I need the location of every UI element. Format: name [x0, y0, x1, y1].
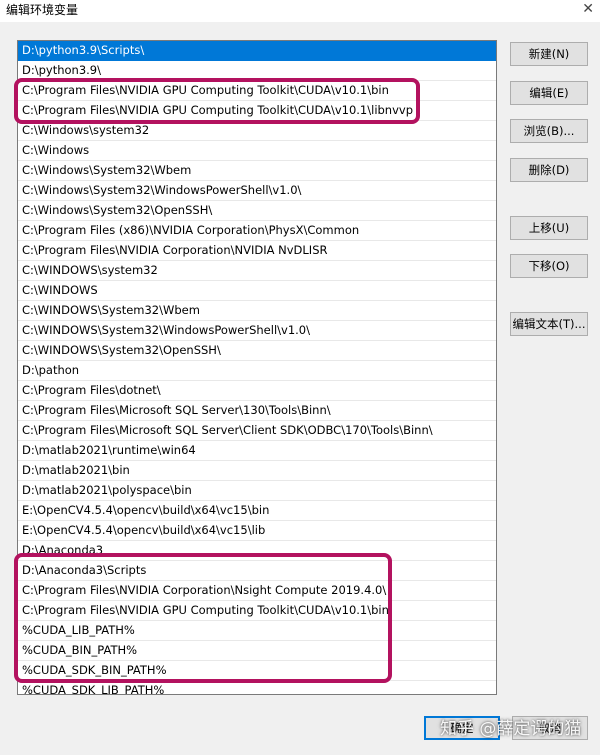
path-list-item[interactable]: %CUDA_BIN_PATH%	[18, 641, 496, 661]
path-list-item[interactable]: %CUDA_LIB_PATH%	[18, 621, 496, 641]
path-list-item[interactable]: C:\Program Files\NVIDIA GPU Computing To…	[18, 601, 496, 621]
path-list-item[interactable]: D:\Anaconda3	[18, 541, 496, 561]
path-list-item[interactable]: D:\pathon	[18, 361, 496, 381]
new-button[interactable]: 新建(N)	[510, 42, 588, 66]
title-bar: 编辑环境变量 ✕	[0, 0, 600, 22]
path-list-item[interactable]: C:\Program Files\NVIDIA Corporation\Nsig…	[18, 581, 496, 601]
move-down-button[interactable]: 下移(O)	[510, 254, 588, 278]
cancel-button[interactable]: 取消	[512, 716, 588, 740]
path-list-item[interactable]: C:\WINDOWS\System32\WindowsPowerShell\v1…	[18, 321, 496, 341]
path-list-item[interactable]: C:\Windows\system32	[18, 121, 496, 141]
path-list-item[interactable]: D:\matlab2021\bin	[18, 461, 496, 481]
path-list-item[interactable]: E:\OpenCV4.5.4\opencv\build\x64\vc15\bin	[18, 501, 496, 521]
path-list-item[interactable]: %CUDA_SDK_BIN_PATH%	[18, 661, 496, 681]
edit-button[interactable]: 编辑(E)	[510, 81, 588, 105]
path-list-item[interactable]: C:\Program Files\NVIDIA Corporation\NVID…	[18, 241, 496, 261]
window-title: 编辑环境变量	[6, 3, 79, 17]
path-list-item[interactable]: C:\Program Files (x86)\NVIDIA Corporatio…	[18, 221, 496, 241]
path-list-item[interactable]: C:\WINDOWS\System32\OpenSSH\	[18, 341, 496, 361]
path-list-item[interactable]: C:\Windows\System32\OpenSSH\	[18, 201, 496, 221]
path-list-item[interactable]: C:\WINDOWS\System32\Wbem	[18, 301, 496, 321]
ok-button[interactable]: 确定	[424, 716, 500, 740]
path-list-item[interactable]: C:\Windows	[18, 141, 496, 161]
path-list-item[interactable]: %CUDA_SDK_LIB_PATH%	[18, 681, 496, 694]
path-list-item[interactable]: D:\python3.9\	[18, 61, 496, 81]
close-icon[interactable]: ✕	[582, 2, 594, 16]
path-list-item[interactable]: C:\WINDOWS	[18, 281, 496, 301]
browse-button[interactable]: 浏览(B)...	[510, 119, 588, 143]
path-list-item[interactable]: C:\Program Files\dotnet\	[18, 381, 496, 401]
delete-button[interactable]: 删除(D)	[510, 158, 588, 182]
path-list-item[interactable]: D:\python3.9\Scripts\	[18, 41, 496, 61]
path-list-item[interactable]: D:\matlab2021\runtime\win64	[18, 441, 496, 461]
path-list-item[interactable]: C:\Program Files\Microsoft SQL Server\13…	[18, 401, 496, 421]
path-list[interactable]: D:\python3.9\Scripts\ D:\python3.9\ C:\Pro…	[17, 40, 497, 695]
move-up-button[interactable]: 上移(U)	[510, 216, 588, 240]
path-list-item[interactable]: D:\matlab2021\polyspace\bin	[18, 481, 496, 501]
path-list-item[interactable]: C:\WINDOWS\system32	[18, 261, 496, 281]
path-list-item[interactable]: C:\Program Files\NVIDIA GPU Computing To…	[18, 81, 496, 101]
path-list-item[interactable]: C:\Windows\System32\WindowsPowerShell\v1…	[18, 181, 496, 201]
path-list-item[interactable]: D:\Anaconda3\Scripts	[18, 561, 496, 581]
edit-text-button[interactable]: 编辑文本(T)...	[510, 312, 588, 336]
path-list-item[interactable]: C:\Program Files\Microsoft SQL Server\Cl…	[18, 421, 496, 441]
path-list-item[interactable]: C:\Program Files\NVIDIA GPU Computing To…	[18, 101, 496, 121]
path-list-item[interactable]: E:\OpenCV4.5.4\opencv\build\x64\vc15\lib	[18, 521, 496, 541]
path-list-item[interactable]: C:\Windows\System32\Wbem	[18, 161, 496, 181]
